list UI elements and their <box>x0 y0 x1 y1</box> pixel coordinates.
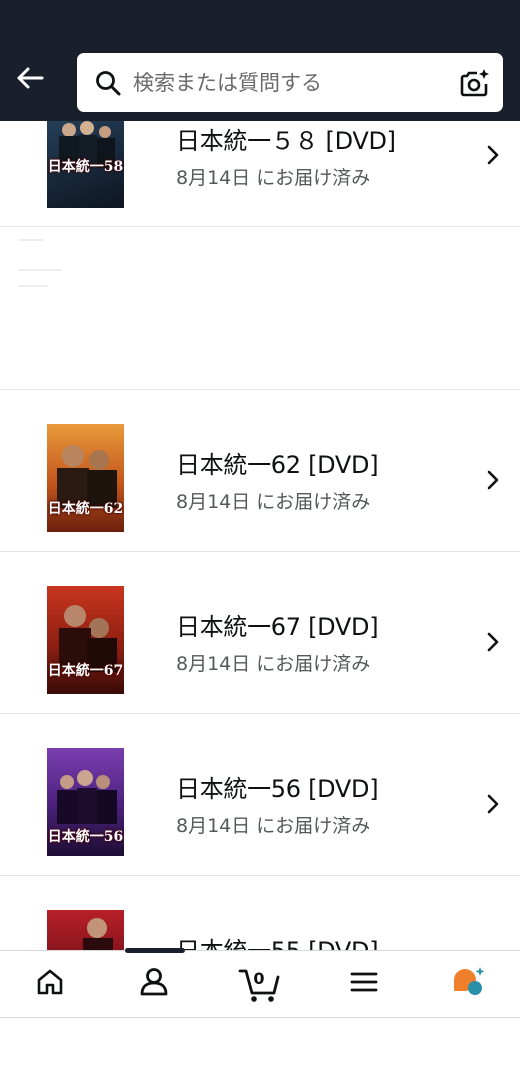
tab-cart[interactable]: 0 <box>236 963 282 1005</box>
order-list: 日本統一58 日本統一５８ [DVD] 8月14日 にお届け済み 日本統一62 … <box>0 100 520 1038</box>
chevron-right-icon <box>484 793 502 815</box>
tab-account[interactable] <box>134 963 174 1005</box>
order-item[interactable]: 日本統一62 日本統一62 [DVD] 8月14日 にお届け済み <box>0 390 520 552</box>
cover-title: 日本統一56 <box>47 829 124 845</box>
bottom-tab-bar: 0 <box>0 948 520 1018</box>
chevron-right-icon <box>484 144 502 166</box>
camera-plus-icon[interactable] <box>459 67 491 99</box>
top-bar <box>0 0 520 121</box>
active-tab-indicator <box>125 948 185 953</box>
delivery-status: 8月14日 にお届け済み <box>176 491 371 513</box>
delivery-status: 8月14日 にお届け済み <box>176 653 371 675</box>
order-item[interactable]: 日本統一56 日本統一56 [DVD] 8月14日 にお届け済み <box>0 714 520 876</box>
tab-home[interactable] <box>30 963 70 1005</box>
order-item[interactable]: 日本統一67 日本統一67 [DVD] 8月14日 にお届け済み <box>0 552 520 714</box>
cover-title: 日本統一62 <box>47 501 124 517</box>
search-input[interactable] <box>133 70 433 95</box>
tab-assistant[interactable] <box>448 963 488 1005</box>
search-icon <box>95 70 121 96</box>
cart-icon: 0 <box>238 965 280 1003</box>
assistant-icon <box>451 966 485 1002</box>
back-button[interactable] <box>12 62 48 98</box>
product-image: 日本統一62 <box>47 424 124 532</box>
menu-icon <box>350 970 378 998</box>
loading-placeholder-item <box>0 227 520 390</box>
account-icon <box>138 966 170 1002</box>
home-icon <box>35 967 65 1001</box>
item-title: 日本統一62 [DVD] <box>176 451 379 479</box>
tab-menu[interactable] <box>344 963 384 1005</box>
chevron-right-icon <box>484 469 502 491</box>
cover-title: 日本統一67 <box>47 663 124 679</box>
chevron-right-icon <box>484 631 502 653</box>
delivery-status: 8月14日 にお届け済み <box>176 815 371 837</box>
arrow-left-icon <box>15 66 45 94</box>
cover-title: 日本統一58 <box>47 159 124 175</box>
item-title: 日本統一67 [DVD] <box>176 613 379 641</box>
order-item[interactable]: 日本統一58 日本統一５８ [DVD] 8月14日 にお届け済み <box>0 100 520 227</box>
item-title: 日本統一５８ [DVD] <box>176 127 396 155</box>
delivery-status: 8月14日 にお届け済み <box>176 167 371 189</box>
product-image: 日本統一67 <box>47 586 124 694</box>
product-image: 日本統一56 <box>47 748 124 856</box>
cart-count-badge: 0 <box>253 969 265 988</box>
placeholder-line <box>18 285 48 287</box>
placeholder-line <box>18 269 62 271</box>
item-title: 日本統一56 [DVD] <box>176 775 379 803</box>
search-bar[interactable] <box>77 53 503 112</box>
placeholder-line <box>18 239 44 241</box>
